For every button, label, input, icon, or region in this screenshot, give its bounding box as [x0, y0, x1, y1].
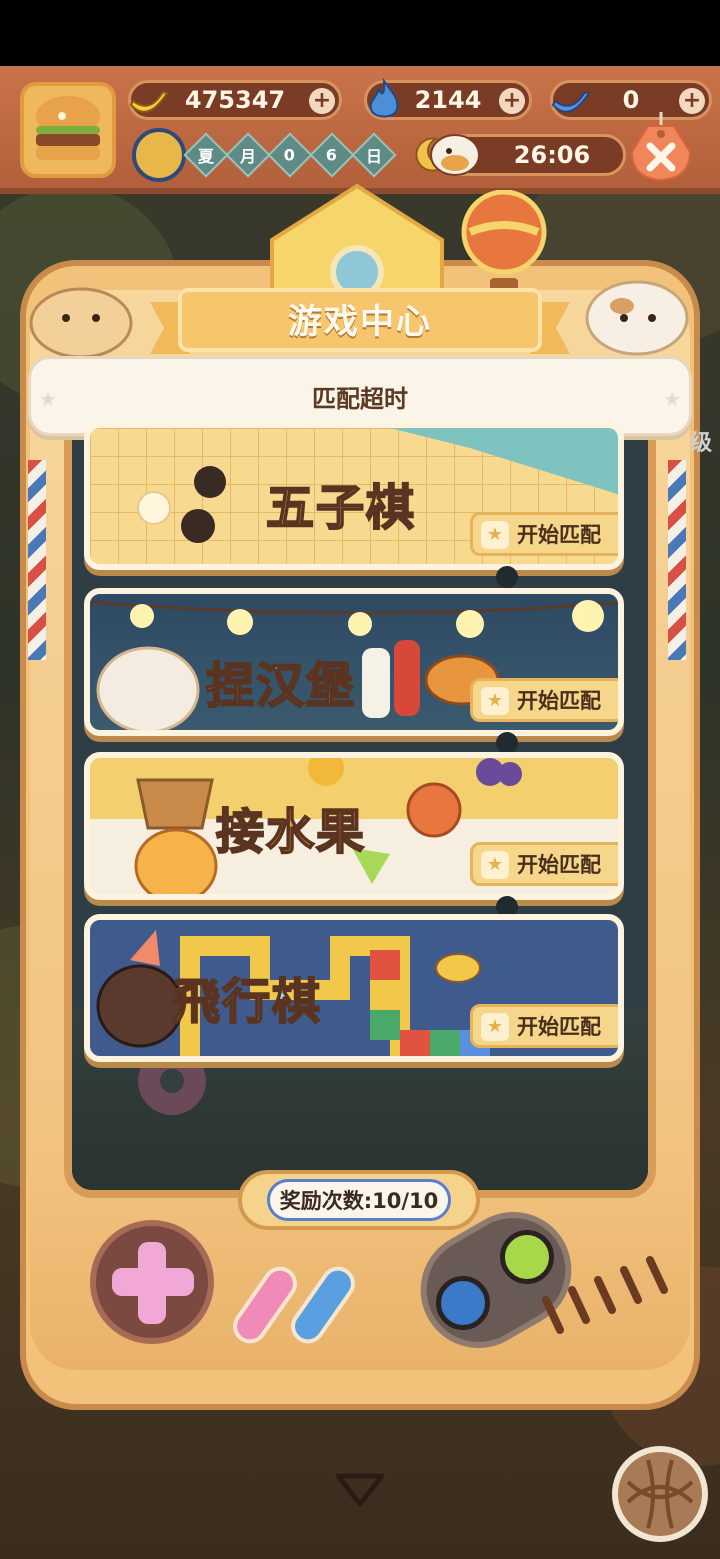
speaker-grille-decoration: [542, 1256, 668, 1334]
date-char: 夏: [197, 146, 215, 166]
flame-icon: [369, 77, 399, 118]
date-char: 6: [326, 145, 338, 165]
console-stripe-left: [28, 460, 46, 660]
side-label: 级: [690, 431, 713, 456]
start-match-button[interactable]: ★ 开始匹配: [470, 842, 618, 886]
close-icon[interactable]: [628, 112, 694, 184]
start-match-label: 开始匹配: [517, 853, 601, 877]
flame-count: 2144: [414, 86, 482, 114]
start-match-button[interactable]: ★ 开始匹配: [470, 1004, 618, 1048]
add-blue-bananas-button[interactable]: +: [679, 88, 705, 114]
status-bar: [0, 0, 720, 66]
blue-banana-count: 0: [622, 86, 640, 114]
game-card-burger[interactable]: 捏汉堡 ★ 开始匹配: [84, 588, 624, 736]
date-char: 月: [239, 146, 257, 166]
add-flames-button[interactable]: +: [499, 88, 525, 114]
blue-action-button[interactable]: [436, 1276, 490, 1330]
start-match-button[interactable]: ★ 开始匹配: [470, 512, 618, 556]
star-icon: ★: [481, 521, 509, 549]
burger-avatar-icon: [36, 96, 100, 160]
game-title: 接水果: [215, 803, 367, 861]
start-match-label: 开始匹配: [517, 523, 601, 547]
star-icon: ★: [39, 387, 57, 411]
flame-counter: 2144 +: [364, 77, 532, 120]
banana-counter: 475347 +: [128, 80, 342, 120]
game-card-flight-chess[interactable]: 飛行棋 ★ 开始匹配: [84, 914, 624, 1062]
season-clock-icon: [132, 128, 186, 182]
star-icon: ★: [481, 851, 509, 879]
timer-value: 26:06: [513, 141, 591, 169]
player-avatar[interactable]: [20, 82, 116, 178]
console-stripe-right: [668, 460, 686, 660]
hamster-left-decoration: [29, 287, 133, 358]
dpad-button[interactable]: [90, 1220, 214, 1344]
toast-text: 匹配超时: [312, 384, 408, 413]
game-card-catch-fruit[interactable]: 接水果 ★ 开始匹配: [84, 752, 624, 900]
reward-counter: 奖励次数:10/10: [238, 1170, 480, 1230]
start-match-label: 开始匹配: [517, 1015, 601, 1039]
game-title: 捏汉堡: [205, 657, 357, 715]
start-match-label: 开始匹配: [517, 689, 601, 713]
reward-label: 奖励次数:10/10: [279, 1189, 439, 1213]
add-bananas-button[interactable]: +: [309, 88, 335, 114]
star-icon: ★: [663, 387, 681, 411]
banana-icon: [129, 91, 169, 113]
event-timer: 26:06: [430, 134, 626, 176]
blue-banana-icon: [551, 91, 591, 113]
yarn-icon[interactable]: [612, 1446, 708, 1542]
start-match-button[interactable]: ★ 开始匹配: [470, 678, 618, 722]
hamster-right-decoration: [585, 280, 689, 356]
star-icon: ★: [481, 687, 509, 715]
game-title: 飛行棋: [171, 973, 323, 1031]
star-icon: ★: [481, 1013, 509, 1041]
bird-timer-icon: [430, 134, 480, 176]
game-title: 五子棋: [265, 479, 417, 537]
date-char: 0: [284, 145, 296, 165]
game-card-gomoku[interactable]: 五子棋 ★ 开始匹配: [84, 422, 624, 570]
banana-count: 475347: [184, 86, 286, 114]
season-date: 夏 月 0 6 日: [132, 128, 452, 182]
date-char: 日: [365, 146, 383, 166]
chevron-down-icon[interactable]: [334, 1470, 386, 1510]
